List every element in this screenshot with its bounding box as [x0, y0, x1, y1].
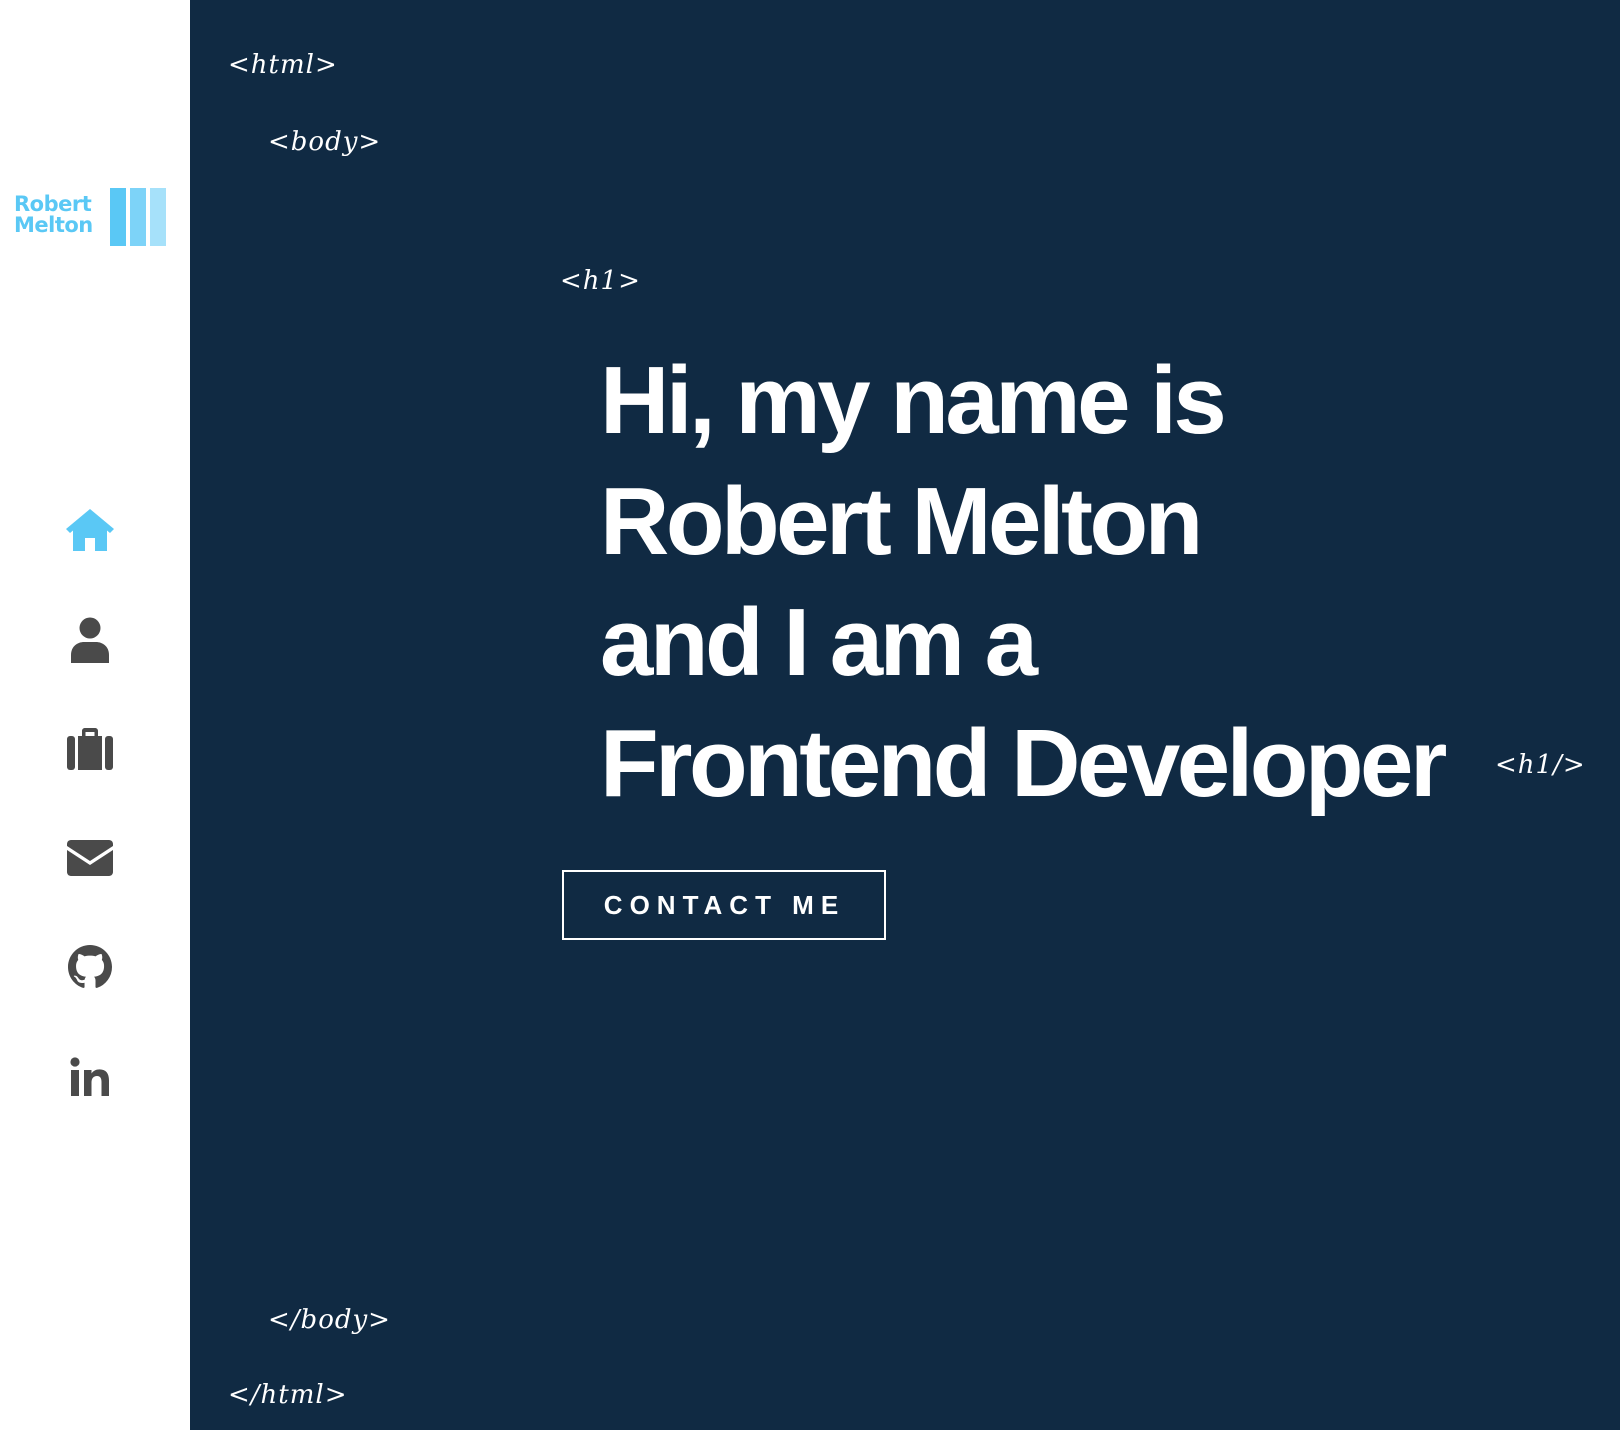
html-close-tag: </html> [228, 1380, 348, 1410]
body-open-tag: <body> [268, 127, 382, 157]
logo[interactable]: Robert Melton [14, 188, 166, 246]
nav-item-home[interactable] [63, 503, 117, 557]
html-open-tag: <html> [228, 50, 338, 80]
user-icon [71, 617, 109, 663]
briefcase-icon [67, 728, 113, 770]
logo-bar-2 [130, 188, 146, 246]
h1-close-tag: <h1/> [1495, 750, 1586, 780]
github-icon [68, 945, 112, 988]
sidebar: Robert Melton [0, 0, 190, 1430]
contact-me-button[interactable]: CONTACT ME [562, 870, 886, 940]
body-close-tag: </body> [268, 1305, 391, 1335]
nav-item-portfolio[interactable] [63, 722, 117, 776]
logo-last-name: Melton [14, 213, 93, 237]
envelope-icon [67, 840, 113, 876]
logo-bars [110, 188, 166, 246]
logo-text: Robert Melton [14, 194, 93, 236]
headline-line-3: and I am a [600, 589, 1038, 696]
hero-section: <html> <body> <h1> Hi, my name is Robert… [190, 0, 1620, 1430]
nav-item-github[interactable] [63, 940, 117, 994]
nav-item-linkedin[interactable] [63, 1050, 117, 1104]
h1-open-tag: <h1> [560, 266, 641, 296]
linkedin-icon [70, 1057, 109, 1096]
headline-line-4: Frontend Developer [600, 710, 1447, 817]
nav-item-about[interactable] [63, 613, 117, 667]
hero-headline: Hi, my name is Robert Melton and I am a … [600, 340, 1447, 824]
nav-item-contact[interactable] [63, 831, 117, 885]
logo-bar-3 [150, 188, 166, 246]
logo-bar-1 [110, 188, 126, 246]
headline-line-1: Hi, my name is [600, 347, 1227, 454]
headline-line-2: Robert Melton [600, 468, 1203, 575]
logo-first-name: Robert [14, 192, 92, 216]
home-icon [66, 509, 114, 551]
